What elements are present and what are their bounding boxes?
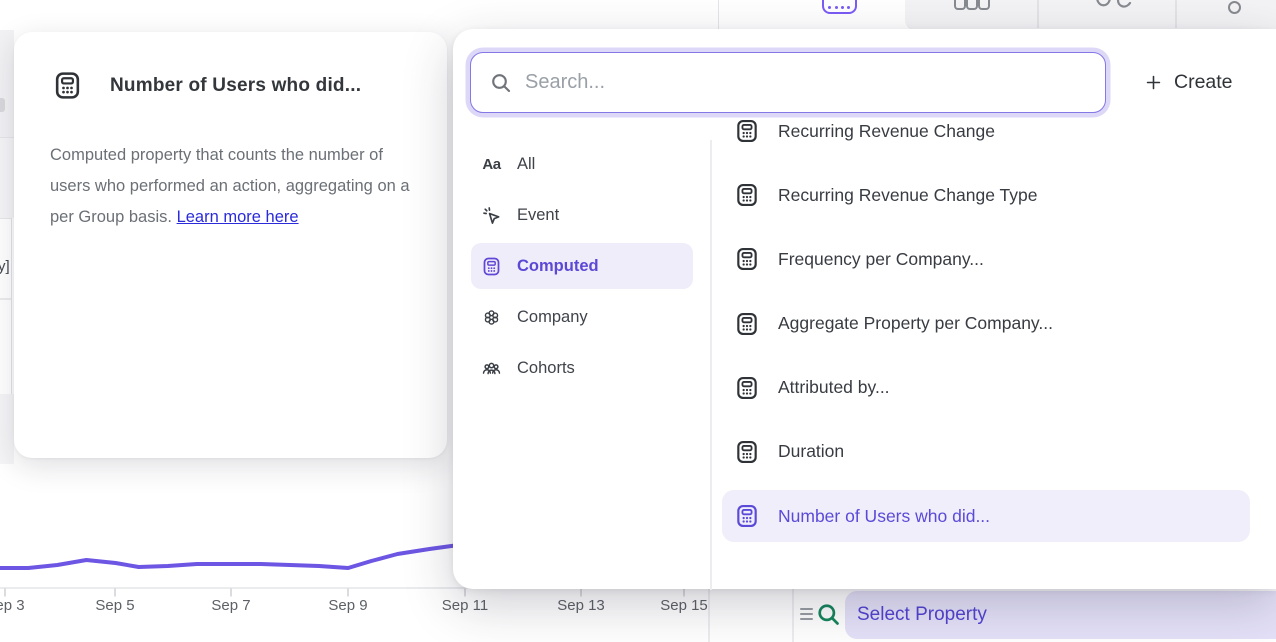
property-item[interactable]: Frequency per Company... (722, 233, 1250, 285)
chart-card-edge (708, 589, 710, 642)
x-axis-label: Sep 13 (549, 597, 613, 614)
tooltip-title: Number of Users who did... (110, 75, 361, 97)
property-tooltip-card: Number of Users who did... Computed prop… (14, 32, 447, 458)
calculator-icon (734, 375, 760, 401)
people-icon (481, 358, 502, 379)
search-input[interactable] (523, 70, 1105, 95)
category-all[interactable]: Aa All (471, 141, 711, 187)
calculator-icon (52, 70, 83, 101)
category-label: Company (517, 308, 588, 327)
create-button-label: Create (1174, 71, 1233, 94)
select-property-button[interactable]: Select Property (845, 591, 1276, 639)
x-axis-label: Sep 7 (199, 597, 263, 614)
property-item-label: Number of Users who did... (778, 506, 990, 527)
company-cluster-icon (481, 307, 502, 328)
bar-chart-icon[interactable] (966, 0, 978, 10)
bar-chart-icon[interactable] (978, 0, 990, 10)
learn-more-link[interactable]: Learn more here (177, 208, 299, 226)
plus-icon (1144, 73, 1163, 92)
background-card-divider (0, 298, 11, 300)
property-item-label: Aggregate Property per Company... (778, 313, 1053, 334)
category-label: Computed (517, 257, 599, 276)
tab-divider (1037, 0, 1039, 28)
calculator-icon (734, 503, 760, 529)
category-cohorts[interactable]: Cohorts (471, 345, 711, 391)
background-sliver (0, 138, 14, 218)
property-picker-panel: Create AaAllEventComputedCompanyCohorts … (453, 29, 1276, 589)
aa-text-icon: Aa (481, 154, 502, 175)
tab-divider (1175, 0, 1177, 28)
category-list: Aa All Event Computed Company Cohorts (471, 141, 711, 396)
clipped-text-fragment: y] (0, 258, 12, 275)
property-item[interactable]: Number of Users who did... (722, 490, 1250, 542)
x-axis-label: Sep 11 (433, 597, 497, 614)
property-item-label: Recurring Revenue Change (778, 121, 995, 142)
panel-divider (710, 140, 712, 590)
category-computed[interactable]: Computed (471, 243, 693, 289)
tab-trend[interactable] (719, 0, 905, 29)
x-axis-label: Sep 5 (83, 597, 147, 614)
background-card-edge (0, 218, 12, 395)
category-label: Event (517, 206, 559, 225)
trend-report-icon[interactable] (822, 0, 857, 14)
bar-chart-icon[interactable] (954, 0, 966, 10)
x-axis-label: Sep 9 (316, 597, 380, 614)
property-result-list: Recurring Revenue Change Recurring Revenu… (722, 105, 1250, 554)
calculator-icon (734, 311, 760, 337)
property-item[interactable]: Recurring Revenue Change Type (722, 169, 1250, 221)
category-company[interactable]: Company (471, 294, 711, 340)
property-item-label: Attributed by... (778, 377, 890, 398)
calculator-icon (734, 439, 760, 465)
category-event[interactable]: Event (471, 192, 711, 238)
category-label: Cohorts (517, 359, 575, 378)
calculator-icon (481, 256, 502, 277)
property-item[interactable]: Aggregate Property per Company... (722, 298, 1250, 350)
calculator-icon (734, 246, 760, 272)
drag-handle-icon[interactable] (800, 607, 814, 621)
background-fragment (0, 98, 5, 112)
property-item-label: Duration (778, 441, 844, 462)
x-axis-label: Sep 15 (652, 597, 716, 614)
background-sliver (0, 394, 14, 464)
funnel-icon[interactable] (1228, 1, 1241, 14)
property-item[interactable]: Attributed by... (722, 362, 1250, 414)
property-item-label: Recurring Revenue Change Type (778, 185, 1037, 206)
calculator-icon (734, 182, 760, 208)
x-axis-label: Sep 3 (0, 597, 37, 614)
background-sliver (0, 30, 14, 138)
cursor-spark-icon (481, 205, 502, 226)
search-field[interactable] (470, 52, 1106, 113)
tooltip-description: Computed property that counts the number… (50, 140, 412, 233)
query-card-edge (792, 589, 794, 642)
search-icon (489, 71, 513, 95)
select-property-label: Select Property (857, 604, 987, 626)
create-button[interactable]: Create (1133, 65, 1233, 99)
event-search-icon[interactable] (815, 601, 842, 628)
retention-icon[interactable] (1094, 0, 1132, 12)
property-item[interactable]: Recurring Revenue Change (722, 105, 1250, 157)
calculator-icon (734, 118, 760, 144)
property-item[interactable]: Duration (722, 426, 1250, 478)
category-label: All (517, 155, 535, 174)
property-item-label: Frequency per Company... (778, 249, 984, 270)
